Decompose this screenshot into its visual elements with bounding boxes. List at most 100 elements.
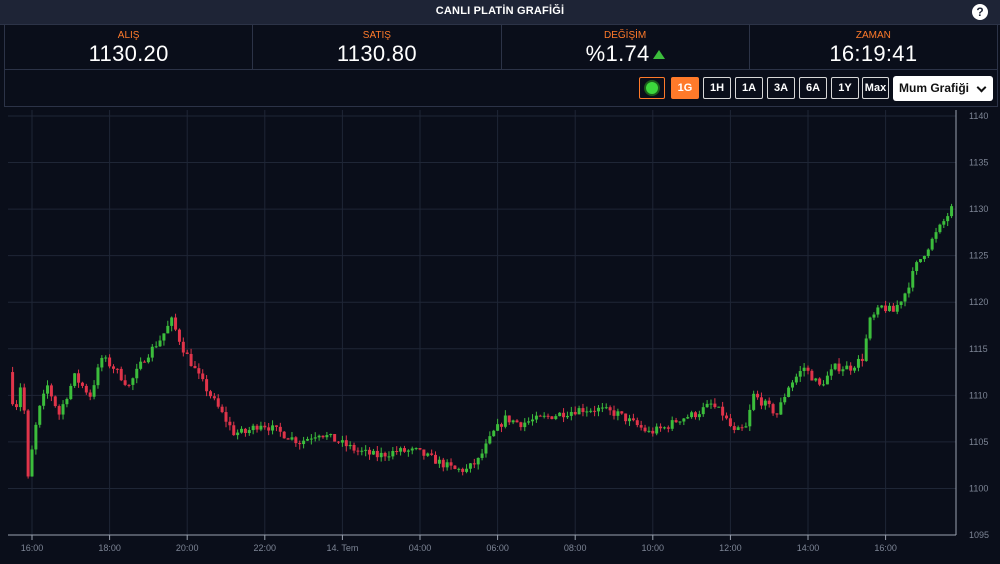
candle-body [208,391,212,397]
candle-body [375,450,379,458]
candle-body [69,385,73,400]
candle-body [488,436,492,444]
range-button-1h[interactable]: 1H [703,77,731,99]
candle-body [255,425,259,430]
candle-body [340,440,344,443]
candle-body [18,387,22,408]
x-tick-label: 08:00 [564,543,587,553]
candle-body [410,448,414,451]
candle-body [46,385,50,394]
candle-body [337,441,341,443]
candle-body [348,444,352,447]
live-dot-icon [646,82,658,94]
x-tick-label: 18:00 [98,543,121,553]
candle-body [437,459,441,464]
candle-body [822,384,826,386]
x-tick-label: 10:00 [642,543,665,553]
candle-body [220,406,224,413]
candle-body [267,427,271,431]
candle-body [228,421,232,426]
candle-body [49,385,53,397]
range-button-1y[interactable]: 1Y [831,77,859,99]
candle-body [88,392,92,397]
candle-series [11,203,954,479]
candle-body [635,420,639,426]
candle-body [313,437,317,439]
candle-body [775,413,779,415]
candle-body [119,368,123,381]
candle-body [903,293,907,302]
candle-body [639,425,643,428]
candle-body [391,450,395,457]
candle-body [511,420,515,423]
candle-body [946,216,950,222]
candle-body [872,314,876,318]
candle-body [317,435,321,438]
range-button-1a[interactable]: 1A [735,77,763,99]
candle-body [371,450,375,455]
candlestick-chart[interactable]: 1095 1100 1105 1110 1115 1120 1125 1130 1135 1140… [0,106,1000,564]
candle-body [783,396,787,403]
candle-body [189,353,193,367]
candle-body [670,420,674,429]
candle-body [395,450,399,452]
candle-body [496,424,500,431]
candle-body [14,404,18,408]
candle-body [449,462,453,466]
chart-axes: 1095 1100 1105 1110 1115 1120 1125 1130 1135 1140… [8,110,989,553]
candle-body [678,421,682,423]
candle-body [884,305,888,312]
candle-body [278,426,282,432]
candle-body [92,385,96,397]
live-button[interactable] [639,77,665,99]
candle-body [794,376,798,383]
candle-body [833,363,837,370]
candle-body [57,406,61,415]
range-button-1g[interactable]: 1G [671,77,699,99]
candle-body [42,393,46,406]
candle-body [748,409,752,427]
candle-body [600,407,604,409]
chart-grid [8,110,956,536]
help-icon[interactable]: ? [972,4,988,20]
candle-body [333,434,337,442]
time-value: 16:19:41 [829,41,918,66]
candle-body [534,415,538,420]
candle-body [868,317,872,339]
candle-body [154,346,158,348]
candle-body [519,422,523,428]
candle-body [659,426,663,429]
candle-body [247,430,251,434]
range-button-3a[interactable]: 3A [767,77,795,99]
candle-body [558,412,562,417]
candle-body [569,411,573,416]
candle-body [895,304,899,312]
candle-body [364,449,368,451]
candle-body [298,443,302,445]
candle-body [484,443,488,454]
candle-body [810,370,814,381]
candle-body [302,440,306,445]
candle-body [399,448,403,452]
candle-body [453,465,457,470]
range-button-max[interactable]: Max [862,77,889,99]
y-tick-label: 1105 [969,437,988,447]
y-tick-label: 1115 [969,344,988,354]
candle-body [527,421,531,423]
candle-body [674,420,678,423]
candle-body [480,453,484,458]
bid-value: 1130.20 [88,41,169,66]
candle-body [457,468,461,470]
triangle-up-icon [652,50,665,59]
candle-body [224,412,228,422]
chart-type-select[interactable]: Mum Grafiği [893,76,993,101]
range-button-6a[interactable]: 6A [799,77,827,99]
candle-body [922,256,926,260]
candle-body [709,403,713,405]
candle-body [321,435,325,438]
candle-body [643,427,647,432]
candle-body [259,425,263,430]
candle-body [139,361,143,369]
candle-body [271,425,275,431]
candle-body [240,428,244,433]
